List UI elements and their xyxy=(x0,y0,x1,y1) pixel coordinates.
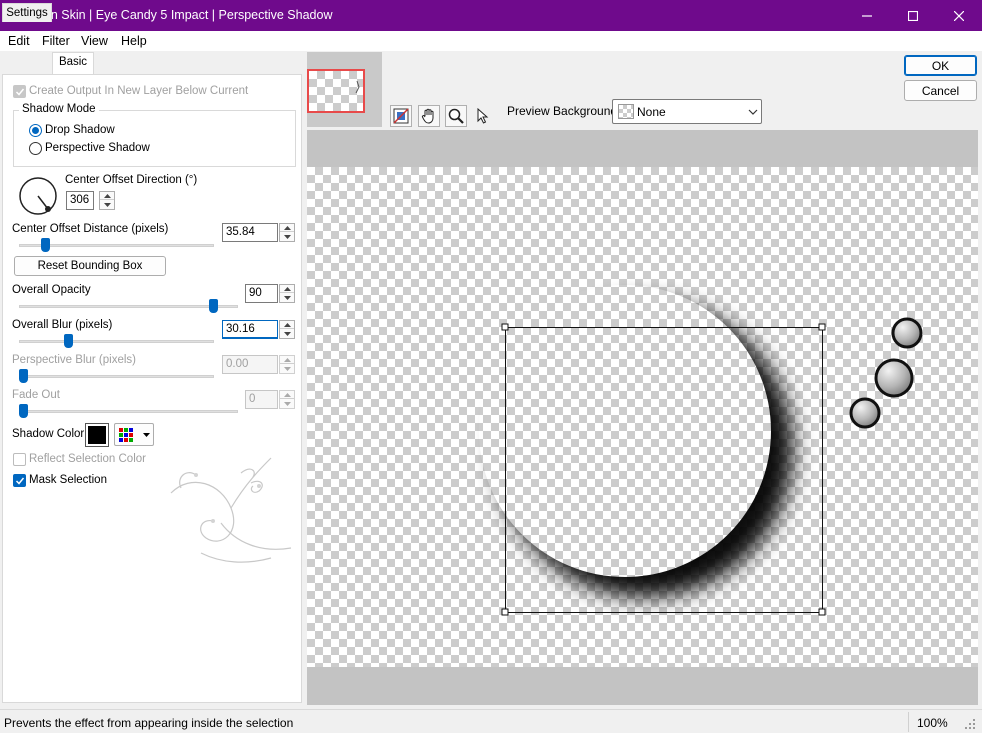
cancel-button[interactable]: Cancel xyxy=(904,80,977,101)
slider-thumb[interactable] xyxy=(19,369,28,383)
handle-top-left[interactable] xyxy=(501,323,509,331)
menu-edit[interactable]: Edit xyxy=(8,34,30,48)
center-offset-distance-label: Center Offset Distance (pixels) xyxy=(12,223,169,235)
tab-basic[interactable]: Basic xyxy=(52,52,94,75)
preview-toggle-button[interactable] xyxy=(390,105,412,127)
perspective-blur-spinner[interactable] xyxy=(279,355,295,374)
mask-selection-label: Mask Selection xyxy=(29,474,107,486)
create-output-label: Create Output In New Layer Below Current xyxy=(29,85,249,97)
reflect-selection-color-checkbox[interactable] xyxy=(13,453,26,466)
navigator-thumbnail[interactable] xyxy=(307,69,365,113)
bubble-large xyxy=(874,358,914,398)
window-title: Alien Skin | Eye Candy 5 Impact | Perspe… xyxy=(30,8,333,22)
basic-panel: Create Output In New Layer Below Current… xyxy=(2,74,302,703)
shadow-color-label: Shadow Color xyxy=(12,428,85,440)
center-offset-distance-spinner[interactable] xyxy=(279,223,295,242)
thumbnail-mark-icon xyxy=(355,81,360,93)
preview-background-select[interactable]: None xyxy=(612,99,762,124)
overall-blur-label: Overall Blur (pixels) xyxy=(12,319,113,331)
zoom-tool-button[interactable] xyxy=(445,105,467,127)
slider-thumb[interactable] xyxy=(63,334,73,348)
bubble-small-bottom xyxy=(849,397,881,429)
arrow-icon xyxy=(477,108,489,124)
preview-background-value: None xyxy=(637,105,666,119)
menu-view[interactable]: View xyxy=(81,34,108,48)
drop-shadow-label: Drop Shadow xyxy=(45,124,115,136)
handle-bottom-right[interactable] xyxy=(818,608,826,616)
tab-settings[interactable]: Settings xyxy=(2,3,52,22)
perspective-blur-slider[interactable] xyxy=(19,369,214,383)
perspective-shadow-label: Perspective Shadow xyxy=(45,142,150,154)
center-offset-direction-label: Center Offset Direction (°) xyxy=(65,174,198,186)
maximize-icon xyxy=(908,10,918,21)
slider-thumb[interactable] xyxy=(19,404,28,418)
center-offset-direction-spinner[interactable] xyxy=(99,191,115,210)
preview-area[interactable] xyxy=(307,130,978,705)
reflect-selection-color-label: Reflect Selection Color xyxy=(29,453,146,465)
close-icon xyxy=(954,10,964,21)
minimize-icon xyxy=(862,14,872,17)
select-tool-button[interactable] xyxy=(472,105,494,127)
overall-opacity-label: Overall Opacity xyxy=(12,284,91,296)
perspective-blur-input[interactable]: 0.00 xyxy=(222,355,278,374)
minimize-button[interactable] xyxy=(844,0,890,31)
hand-tool-button[interactable] xyxy=(418,105,440,127)
drop-shadow xyxy=(497,301,793,597)
fade-out-input[interactable]: 0 xyxy=(245,390,278,409)
center-offset-distance-input[interactable]: 35.84 xyxy=(222,223,278,242)
overall-opacity-spinner[interactable] xyxy=(279,284,295,303)
menu-help[interactable]: Help xyxy=(121,34,147,48)
slider-thumb[interactable] xyxy=(208,299,218,313)
preview-render xyxy=(497,301,923,616)
reset-bounding-box-button[interactable]: Reset Bounding Box xyxy=(14,256,166,276)
color-picker-button[interactable] xyxy=(114,423,154,446)
handle-top-right[interactable] xyxy=(818,323,826,331)
shadow-mode-title: Shadow Mode xyxy=(19,103,99,115)
perspective-blur-label: Perspective Blur (pixels) xyxy=(12,354,136,366)
preview-background-label: Preview Background: xyxy=(507,104,621,118)
title-bar: Alien Skin | Eye Candy 5 Impact | Perspe… xyxy=(0,0,982,31)
zoom-icon xyxy=(448,108,464,124)
perspective-shadow-radio[interactable] xyxy=(29,142,42,155)
zoom-level: 100% xyxy=(917,716,948,730)
shadow-mode-group xyxy=(13,110,296,167)
handle-bottom-left[interactable] xyxy=(501,608,509,616)
create-output-checkbox[interactable] xyxy=(13,85,26,98)
fade-out-spinner[interactable] xyxy=(279,390,295,409)
ok-button[interactable]: OK xyxy=(904,55,977,76)
flourish-watermark xyxy=(170,457,292,563)
shadow-color-swatch[interactable] xyxy=(85,423,109,447)
close-button[interactable] xyxy=(936,0,982,31)
drop-shadow-radio[interactable] xyxy=(29,124,42,137)
menu-filter[interactable]: Filter xyxy=(42,34,70,48)
center-offset-direction-input[interactable]: 306 xyxy=(66,191,94,210)
overall-blur-input[interactable]: 30.16 xyxy=(222,320,278,339)
fade-out-label: Fade Out xyxy=(12,389,60,401)
overall-opacity-slider[interactable] xyxy=(19,299,238,313)
fade-out-slider[interactable] xyxy=(19,404,238,418)
status-message: Prevents the effect from appearing insid… xyxy=(4,716,294,730)
chevron-down-icon xyxy=(748,109,758,115)
status-bar: Prevents the effect from appearing insid… xyxy=(0,709,982,733)
overall-opacity-input[interactable]: 90 xyxy=(245,284,278,303)
preview-toggle-icon xyxy=(393,108,409,124)
overall-blur-slider[interactable] xyxy=(19,334,214,348)
direction-dial[interactable] xyxy=(17,175,59,217)
overall-blur-spinner[interactable] xyxy=(279,320,295,339)
color-grid-icon xyxy=(119,428,133,442)
background-swatch-icon xyxy=(618,104,634,119)
maximize-button[interactable] xyxy=(890,0,936,31)
center-offset-distance-slider[interactable] xyxy=(19,238,214,252)
chevron-down-icon xyxy=(143,433,150,437)
bubble-small-top xyxy=(891,317,923,349)
slider-thumb[interactable] xyxy=(41,238,51,252)
hand-icon xyxy=(421,108,434,124)
mask-selection-checkbox[interactable] xyxy=(13,474,26,487)
menu-bar: Edit Filter View Help xyxy=(0,31,982,51)
resize-grip-icon[interactable] xyxy=(964,718,976,730)
